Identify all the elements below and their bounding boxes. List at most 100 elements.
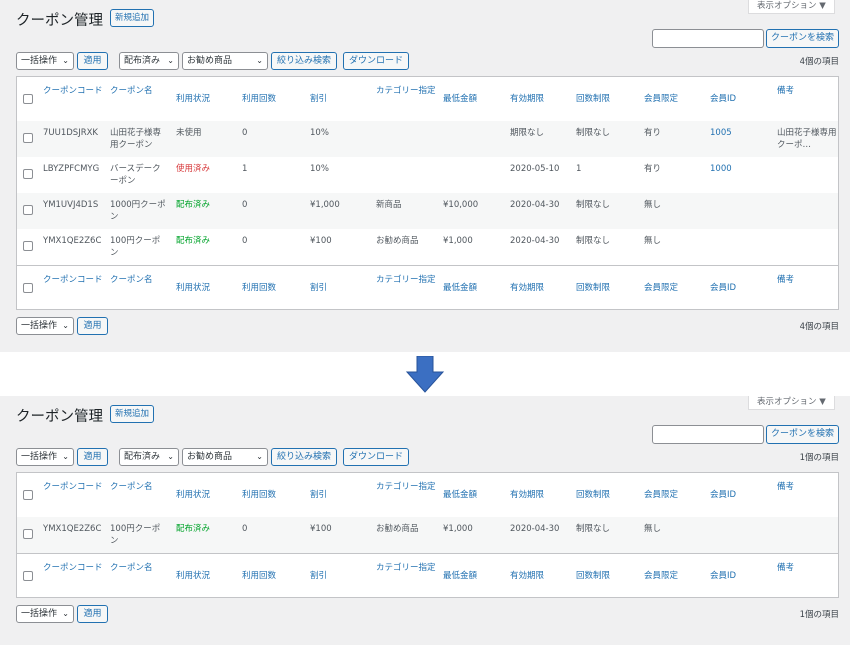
column-header[interactable]: 利用回数	[242, 93, 276, 105]
column-header[interactable]: 会員ID	[710, 570, 736, 582]
column-header[interactable]: カテゴリー指定	[376, 85, 438, 97]
column-header[interactable]: カテゴリー指定	[376, 481, 438, 493]
bulk-action-select[interactable]: 一括操作 ⌄	[16, 317, 74, 335]
chevron-down-icon: ⌄	[62, 56, 69, 65]
column-header[interactable]: カテゴリー指定	[376, 562, 438, 574]
row-checkbox[interactable]	[23, 205, 33, 215]
table-row: YMX1QE2Z6C 100円クーポン 配布済み 0 ¥100 お勧め商品 ¥1,000 20…	[17, 517, 838, 553]
column-header[interactable]: 有効期限	[510, 570, 544, 582]
cell-name: 100円クーポン	[110, 236, 161, 258]
column-header[interactable]: 会員ID	[710, 489, 736, 501]
filter-button[interactable]: 絞り込み検索	[271, 448, 337, 466]
apply-button[interactable]: 適用	[77, 605, 108, 623]
apply-button[interactable]: 適用	[77, 52, 108, 70]
search-button[interactable]: クーポンを検索	[766, 425, 839, 444]
column-header[interactable]: 利用状況	[176, 570, 210, 582]
cell-code[interactable]: LBYZPFCMYG	[43, 163, 99, 175]
column-header[interactable]: クーポン名	[110, 274, 166, 286]
filter-button[interactable]: 絞り込み検索	[271, 52, 337, 70]
column-header[interactable]: 最低金額	[443, 489, 477, 501]
column-header[interactable]: 割引	[310, 570, 327, 582]
column-header[interactable]: 会員限定	[644, 282, 678, 294]
bulk-action-select[interactable]: 一括操作 ⌄	[16, 52, 74, 70]
row-checkbox[interactable]	[23, 529, 33, 539]
column-header[interactable]: クーポンコード	[43, 481, 103, 493]
column-header[interactable]: 会員ID	[710, 93, 736, 105]
column-header[interactable]: クーポン名	[110, 481, 166, 493]
screen-options-tab[interactable]: 表示オプション ▼	[748, 0, 835, 14]
row-checkbox[interactable]	[23, 133, 33, 143]
search-input[interactable]	[652, 29, 764, 48]
category-filter-label: お勧め商品	[187, 56, 233, 66]
add-new-button[interactable]: 新規追加	[110, 9, 155, 27]
column-header[interactable]: クーポンコード	[43, 562, 103, 574]
column-header[interactable]: 割引	[310, 93, 327, 105]
column-header[interactable]: クーポン名	[110, 85, 166, 97]
column-header[interactable]: クーポンコード	[43, 274, 103, 286]
bulk-action-select[interactable]: 一括操作 ⌄	[16, 448, 74, 466]
bulk-action-select[interactable]: 一括操作 ⌄	[16, 605, 74, 623]
row-checkbox[interactable]	[23, 169, 33, 179]
cell-code[interactable]: YMX1QE2Z6C	[43, 235, 101, 247]
add-new-button[interactable]: 新規追加	[110, 405, 155, 423]
column-header[interactable]: 割引	[310, 282, 327, 294]
screen-options-tab[interactable]: 表示オプション ▼	[748, 396, 835, 410]
column-header[interactable]: 回数制限	[576, 570, 610, 582]
row-checkbox[interactable]	[23, 241, 33, 251]
bulk-action-label: 一括操作	[21, 609, 58, 619]
column-header[interactable]: 回数制限	[576, 93, 610, 105]
search-button[interactable]: クーポンを検索	[766, 29, 839, 48]
column-header[interactable]: 備考	[777, 85, 841, 97]
column-header[interactable]: 備考	[777, 274, 841, 286]
column-header[interactable]: 利用回数	[242, 570, 276, 582]
status-filter-select[interactable]: 配布済み ⌄	[119, 448, 179, 466]
table-row: YM1UVJ4D1S 1000円クーポン 配布済み 0 ¥1,000 新商品 ¥10,000…	[17, 193, 838, 229]
bulk-action-label: 一括操作	[21, 321, 58, 331]
download-button[interactable]: ダウンロード	[343, 52, 409, 70]
column-header[interactable]: 最低金額	[443, 93, 477, 105]
column-header[interactable]: 会員限定	[644, 570, 678, 582]
cell-name: バースデークーポン	[110, 164, 161, 186]
cell-code[interactable]: 7UU1DSJRXK	[43, 127, 98, 139]
status-filter-select[interactable]: 配布済み ⌄	[119, 52, 179, 70]
column-header[interactable]: 利用回数	[242, 489, 276, 501]
column-header[interactable]: 最低金額	[443, 570, 477, 582]
apply-button[interactable]: 適用	[77, 448, 108, 466]
column-header[interactable]: 利用状況	[176, 93, 210, 105]
column-header[interactable]: クーポンコード	[43, 85, 103, 97]
cell-member-id[interactable]: 1000	[710, 163, 732, 175]
column-header[interactable]: 有効期限	[510, 93, 544, 105]
column-header[interactable]: カテゴリー指定	[376, 274, 438, 286]
column-header[interactable]: 回数制限	[576, 489, 610, 501]
column-header[interactable]: 会員限定	[644, 93, 678, 105]
category-filter-select[interactable]: お勧め商品 ⌄	[182, 52, 268, 70]
column-header[interactable]: 会員ID	[710, 282, 736, 294]
column-header[interactable]: 回数制限	[576, 282, 610, 294]
status-filter-label: 配布済み	[124, 56, 161, 66]
column-header[interactable]: 有効期限	[510, 489, 544, 501]
cell-code[interactable]: YMX1QE2Z6C	[43, 523, 101, 535]
table-header: クーポンコード クーポン名 利用状況 利用回数 割引 カテゴリー指定 最低金額 有効期限 回数制…	[17, 473, 838, 518]
column-header[interactable]: 割引	[310, 489, 327, 501]
column-header[interactable]: 最低金額	[443, 282, 477, 294]
cell-member-id[interactable]: 1005	[710, 127, 732, 139]
column-header[interactable]: 備考	[777, 481, 841, 493]
apply-button[interactable]: 適用	[77, 317, 108, 335]
download-button[interactable]: ダウンロード	[343, 448, 409, 466]
cell-expiry: 期限なし	[510, 128, 545, 138]
column-header[interactable]: クーポン名	[110, 562, 166, 574]
table-footer: クーポンコード クーポン名 利用状況 利用回数 割引 カテゴリー指定 最低金額 有効期限 回数制…	[17, 553, 838, 598]
select-all-checkbox[interactable]	[23, 283, 33, 293]
column-header[interactable]: 備考	[777, 562, 841, 574]
select-all-checkbox[interactable]	[23, 94, 33, 104]
column-header[interactable]: 利用状況	[176, 489, 210, 501]
column-header[interactable]: 有効期限	[510, 282, 544, 294]
select-all-checkbox[interactable]	[23, 571, 33, 581]
column-header[interactable]: 会員限定	[644, 489, 678, 501]
column-header[interactable]: 利用状況	[176, 282, 210, 294]
search-input[interactable]	[652, 425, 764, 444]
cell-code[interactable]: YM1UVJ4D1S	[43, 199, 98, 211]
column-header[interactable]: 利用回数	[242, 282, 276, 294]
category-filter-select[interactable]: お勧め商品 ⌄	[182, 448, 268, 466]
select-all-checkbox[interactable]	[23, 490, 33, 500]
